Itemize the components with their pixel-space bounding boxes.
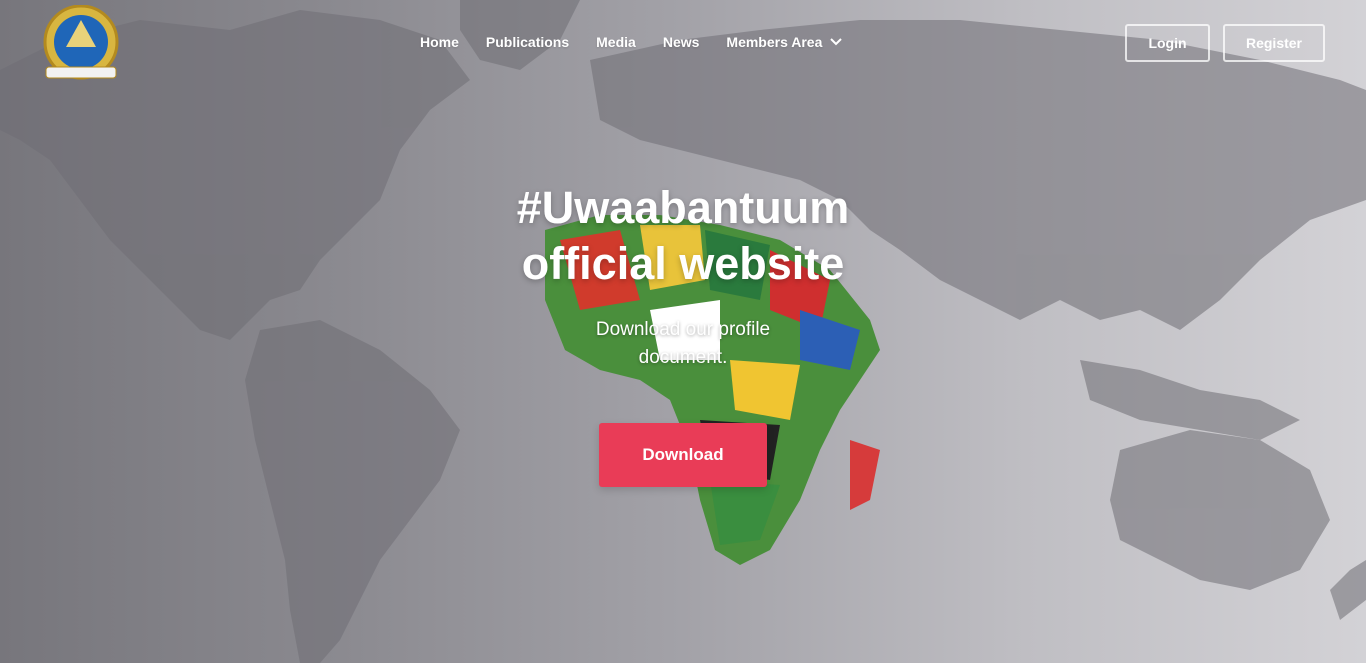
nav-news-label: News (662, 34, 700, 50)
hero-subtitle-line2: document. (638, 347, 728, 368)
nav-members-area-label: Members Area (726, 34, 823, 50)
nav-members-area[interactable]: Members Area (726, 34, 843, 50)
nav-home[interactable]: Home (420, 34, 459, 50)
nav-media[interactable]: Media (596, 34, 636, 50)
hero-title-line1: #Uwaabantuum (516, 182, 850, 233)
nav-publications[interactable]: Publications (486, 34, 569, 50)
login-button[interactable]: Login (1125, 24, 1210, 62)
chevron-down-icon (830, 38, 843, 46)
nav-publications-label: Publications (485, 34, 570, 50)
abantuum-emblem-icon[interactable] (38, 5, 124, 83)
main-nav: Home Publications Media News Members Are… (420, 34, 869, 50)
nav-home-label: Home (420, 34, 459, 50)
nav-media-label: Media (596, 34, 636, 50)
hero-title-line2: official website (521, 238, 845, 289)
hero-subtitle-line1: Download our profile (595, 319, 771, 340)
hero-title: #Uwaabantuum official website (433, 180, 933, 292)
hero-subtitle: Download our profile document. (533, 316, 833, 372)
nav-news[interactable]: News (663, 34, 700, 50)
register-button[interactable]: Register (1223, 24, 1325, 62)
download-button[interactable]: Download (599, 423, 767, 487)
site-header: Home Publications Media News Members Are… (0, 0, 1366, 86)
